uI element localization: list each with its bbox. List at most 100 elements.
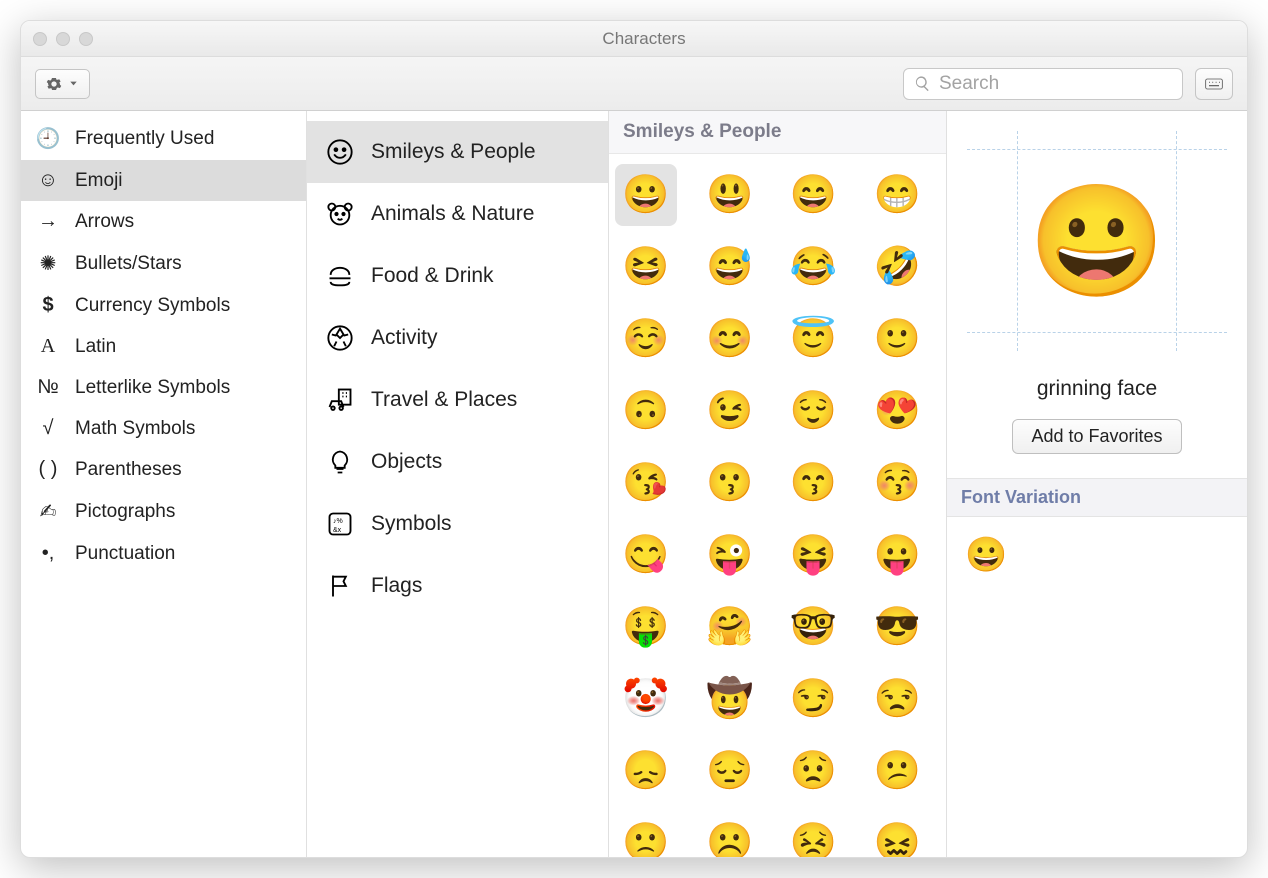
emoji-cell[interactable]: 😝 bbox=[783, 524, 845, 586]
emoji-cell[interactable]: 😞 bbox=[615, 740, 677, 802]
search-input[interactable]: Search bbox=[903, 68, 1183, 100]
clock-icon: 🕘 bbox=[35, 126, 61, 151]
emoji-cell[interactable]: 🤠 bbox=[699, 668, 761, 730]
emoji-cell[interactable]: 😖 bbox=[866, 812, 928, 857]
emoji-cell[interactable]: 😋 bbox=[615, 524, 677, 586]
sidebar-item-label: Math Symbols bbox=[75, 418, 195, 440]
search-placeholder: Search bbox=[939, 73, 999, 95]
minimize-dot[interactable] bbox=[56, 32, 70, 46]
sidebar-item-parentheses[interactable]: ( ) Parentheses bbox=[21, 449, 306, 490]
category-label: Animals & Nature bbox=[371, 202, 534, 226]
sidebar-item-label: Pictographs bbox=[75, 501, 175, 523]
root-icon: √ bbox=[35, 417, 61, 440]
sidebar-item-latin[interactable]: A Latin bbox=[21, 326, 306, 367]
category-activity[interactable]: Activity bbox=[307, 307, 608, 369]
svg-text:♪%: ♪% bbox=[333, 518, 343, 525]
sidebar-item-label: Letterlike Symbols bbox=[75, 377, 230, 399]
sidebar-item-label: Punctuation bbox=[75, 543, 175, 565]
emoji-grid-scroll[interactable]: 😀 😃 😄 😁 😆 😅 😂 🤣 ☺️ 😊 😇 🙂 🙃 😉 😌 😍 😘 😗 😙 😚 😋 😜 😝 😛 🤑 🤗 🤓 😎 🤡 🤠 😏 😒 😞 😔 😟 😕 🙁 ☹️… bbox=[609, 154, 946, 857]
emoji-grid: 😀 😃 😄 😁 😆 😅 😂 🤣 ☺️ 😊 😇 🙂 🙃 😉 😌 😍 😘 😗 😙 😚 😋 😜 😝 😛 🤑 🤗 🤓 😎 🤡 🤠 😏 😒 😞 😔 😟 😕 🙁 ☹️… bbox=[615, 164, 940, 857]
emoji-cell[interactable]: 😄 bbox=[783, 164, 845, 226]
search-icon bbox=[914, 75, 931, 92]
window-title: Characters bbox=[107, 29, 1181, 49]
emoji-cell[interactable]: 😟 bbox=[783, 740, 845, 802]
symbols-grid-icon: ♪% &x bbox=[325, 509, 355, 539]
category-flags[interactable]: Flags bbox=[307, 555, 608, 617]
font-variation-glyph[interactable]: 😀 bbox=[947, 517, 1247, 593]
category-food-drink[interactable]: Food & Drink bbox=[307, 245, 608, 307]
sidebar-item-pictographs[interactable]: ✍︎ Pictographs bbox=[21, 490, 306, 533]
sidebar-item-letterlike[interactable]: № Letterlike Symbols bbox=[21, 367, 306, 408]
emoji-cell[interactable]: 🤓 bbox=[783, 596, 845, 658]
emoji-cell[interactable]: 😚 bbox=[866, 452, 928, 514]
emoji-cell[interactable]: 🙂 bbox=[866, 308, 928, 370]
sidebar-item-frequently-used[interactable]: 🕘 Frequently Used bbox=[21, 117, 306, 160]
star-icon: ✺ bbox=[35, 251, 61, 276]
category-smileys-people[interactable]: Smileys & People bbox=[307, 121, 608, 183]
emoji-cell[interactable]: 🙃 bbox=[615, 380, 677, 442]
traffic-lights bbox=[33, 32, 93, 46]
sidebar-item-label: Parentheses bbox=[75, 459, 182, 481]
zoom-dot[interactable] bbox=[79, 32, 93, 46]
emoji-cell[interactable]: 😕 bbox=[866, 740, 928, 802]
keyboard-icon bbox=[1204, 74, 1224, 94]
emoji-cell[interactable]: 😒 bbox=[866, 668, 928, 730]
emoji-cell[interactable]: 🤡 bbox=[615, 668, 677, 730]
dollar-icon: $ bbox=[35, 294, 61, 317]
emoji-cell[interactable]: ☺️ bbox=[615, 308, 677, 370]
add-to-favorites-button[interactable]: Add to Favorites bbox=[1012, 419, 1181, 454]
emoji-cell[interactable]: 😜 bbox=[699, 524, 761, 586]
gear-icon bbox=[46, 76, 62, 92]
arrow-icon: → bbox=[35, 210, 61, 233]
emoji-cell[interactable]: 😍 bbox=[866, 380, 928, 442]
category-label: Travel & Places bbox=[371, 388, 517, 412]
glyph-name: grinning face bbox=[947, 377, 1247, 401]
font-variation-header: Font Variation bbox=[947, 478, 1247, 517]
emoji-cell[interactable]: ☹️ bbox=[699, 812, 761, 857]
category-travel-places[interactable]: Travel & Places bbox=[307, 369, 608, 431]
pictograph-icon: ✍︎ bbox=[35, 499, 61, 524]
emoji-cell[interactable]: 😁 bbox=[866, 164, 928, 226]
emoji-cell[interactable]: 😣 bbox=[783, 812, 845, 857]
burger-icon bbox=[325, 261, 355, 291]
letter-a-icon: A bbox=[35, 335, 61, 358]
emoji-cell[interactable]: 😛 bbox=[866, 524, 928, 586]
emoji-cell[interactable]: 😘 bbox=[615, 452, 677, 514]
sidebar-item-currency[interactable]: $ Currency Symbols bbox=[21, 285, 306, 326]
svg-text:&x: &x bbox=[333, 527, 342, 534]
emoji-cell[interactable]: 😃 bbox=[699, 164, 761, 226]
sidebar-item-math[interactable]: √ Math Symbols bbox=[21, 408, 306, 449]
punctuation-icon: •, bbox=[35, 542, 61, 565]
category-animals-nature[interactable]: Animals & Nature bbox=[307, 183, 608, 245]
category-label: Smileys & People bbox=[371, 140, 536, 164]
emoji-cell[interactable]: 😗 bbox=[699, 452, 761, 514]
emoji-cell[interactable]: 😂 bbox=[783, 236, 845, 298]
emoji-cell[interactable]: 😎 bbox=[866, 596, 928, 658]
gear-menu-button[interactable] bbox=[35, 69, 90, 99]
emoji-cell[interactable]: 😅 bbox=[699, 236, 761, 298]
emoji-cell[interactable]: 😊 bbox=[699, 308, 761, 370]
emoji-cell[interactable]: 😇 bbox=[783, 308, 845, 370]
sidebar-item-arrows[interactable]: → Arrows bbox=[21, 201, 306, 242]
emoji-cell[interactable]: 🤗 bbox=[699, 596, 761, 658]
sidebar-categories: Smileys & People Animals & Nature Food &… bbox=[307, 111, 609, 857]
emoji-cell[interactable]: 🙁 bbox=[615, 812, 677, 857]
category-objects[interactable]: Objects bbox=[307, 431, 608, 493]
emoji-cell[interactable]: 😌 bbox=[783, 380, 845, 442]
emoji-cell[interactable]: 😙 bbox=[783, 452, 845, 514]
sidebar-item-emoji[interactable]: ☺ Emoji bbox=[21, 160, 306, 201]
sidebar-item-punctuation[interactable]: •, Punctuation bbox=[21, 533, 306, 574]
close-dot[interactable] bbox=[33, 32, 47, 46]
keyboard-viewer-button[interactable] bbox=[1195, 68, 1233, 100]
emoji-cell[interactable]: 🤑 bbox=[615, 596, 677, 658]
emoji-cell[interactable]: 😆 bbox=[615, 236, 677, 298]
sidebar-item-label: Currency Symbols bbox=[75, 295, 230, 317]
sidebar-item-bullets-stars[interactable]: ✺ Bullets/Stars bbox=[21, 242, 306, 285]
emoji-cell[interactable]: 😀 bbox=[615, 164, 677, 226]
emoji-cell[interactable]: 😏 bbox=[783, 668, 845, 730]
emoji-cell[interactable]: 😔 bbox=[699, 740, 761, 802]
sidebar-item-label: Emoji bbox=[75, 170, 123, 192]
category-symbols[interactable]: ♪%&x Symbols bbox=[307, 493, 608, 555]
emoji-cell[interactable]: 😉 bbox=[699, 380, 761, 442]
emoji-cell[interactable]: 🤣 bbox=[866, 236, 928, 298]
